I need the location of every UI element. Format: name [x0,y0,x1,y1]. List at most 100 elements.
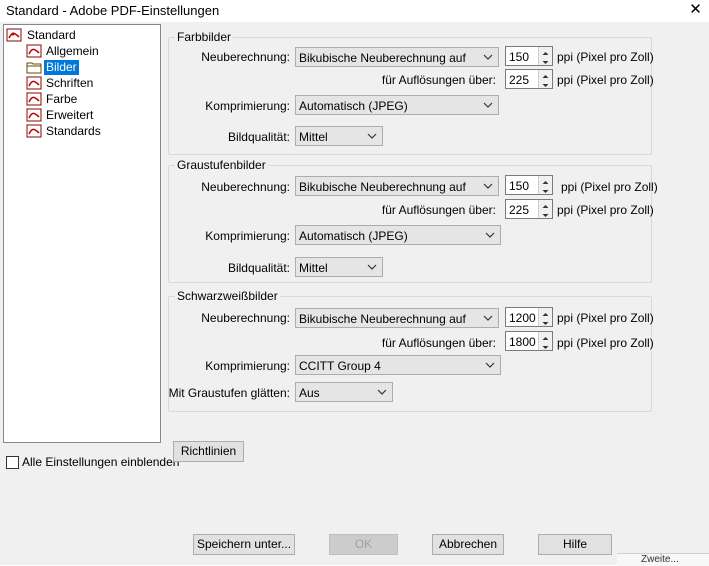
title-bar: Standard - Adobe PDF-Einstellungen ✕ [0,0,709,22]
background-window-fragment: Zweite... [617,553,709,566]
color-ppi-value: 150 [509,50,530,64]
chevron-down-icon [483,315,493,321]
mono-smoothing-value: Aus [299,386,320,400]
tree-item-label: Allgemein [46,44,99,58]
color-above-spinner[interactable]: 225 [505,69,553,89]
spinner-buttons [538,176,552,194]
gray-above-label: für Auflösungen über: [381,203,496,217]
mono-resample-select[interactable]: Bikubische Neuberechnung auf [295,308,499,328]
show-all-checkbox[interactable] [6,456,19,469]
ok-button[interactable]: OK [329,534,398,555]
pdf-settings-icon [6,28,22,42]
spin-down-icon[interactable] [539,185,552,194]
tree-item-label: Erweitert [46,108,94,122]
color-ppi-unit: ppi (Pixel pro Zoll) [557,50,654,64]
chevron-down-icon [483,54,493,60]
mono-above-spinner[interactable]: 1800 [505,331,553,351]
settings-tree: Standard Allgemein Bilder Schriften Farb… [3,24,161,443]
general-page-icon [26,44,42,58]
color-compression-label: Komprimierung: [205,99,290,113]
chevron-down-icon [485,362,495,368]
mono-ppi-unit: ppi (Pixel pro Zoll) [557,311,654,325]
color-above-unit: ppi (Pixel pro Zoll) [557,73,654,87]
grayscale-images-title: Graustufenbilder [175,158,268,172]
spin-down-icon[interactable] [539,79,552,88]
gray-compression-select[interactable]: Automatisch (JPEG) [295,225,501,245]
color-images-title: Farbbilder [175,30,234,44]
spin-down-icon[interactable] [539,209,552,218]
spinner-buttons [538,332,552,350]
monochrome-images-title: Schwarzweißbilder [175,289,280,303]
chevron-down-icon [367,264,377,270]
color-above-label: für Auflösungen über: [381,73,496,87]
gray-resample-value: Bikubische Neuberechnung auf [299,180,466,194]
chevron-down-icon [377,389,387,395]
gray-quality-value: Mittel [299,261,328,275]
chevron-down-icon [483,102,493,108]
mono-compression-select[interactable]: CCITT Group 4 [295,355,501,375]
advanced-page-icon [26,108,42,122]
mono-ppi-value: 1200 [509,311,536,325]
cancel-button[interactable]: Abbrechen [432,534,504,555]
tree-item-label: Schriften [46,76,94,90]
mono-smoothing-select[interactable]: Aus [295,382,393,402]
chevron-down-icon [485,232,495,238]
chevron-down-icon [367,133,377,139]
help-button[interactable]: Hilfe [538,534,612,555]
tree-item-label: Bilder [44,60,79,75]
gray-compression-label: Komprimierung: [205,229,290,243]
gray-above-spinner[interactable]: 225 [505,199,553,219]
mono-ppi-spinner[interactable]: 1200 [505,307,553,327]
color-compression-select[interactable]: Automatisch (JPEG) [295,95,499,115]
color-resample-value: Bikubische Neuberechnung auf [299,51,466,65]
gray-ppi-spinner[interactable]: 150 [505,175,553,195]
spin-down-icon[interactable] [539,317,552,326]
pdf-settings-dialog: Standard - Adobe PDF-Einstellungen ✕ Sta… [0,0,709,566]
save-as-button[interactable]: Speichern unter... [193,534,295,555]
gray-compression-value: Automatisch (JPEG) [299,229,408,243]
gray-quality-label: Bildqualität: [227,261,290,275]
gray-above-value: 225 [509,203,530,217]
tree-item-label: Farbe [46,92,78,106]
chevron-down-icon [483,183,493,189]
color-resample-select[interactable]: Bikubische Neuberechnung auf [295,47,499,67]
mono-above-value: 1800 [509,335,536,349]
color-page-icon [26,92,42,106]
spin-down-icon[interactable] [539,341,552,350]
gray-quality-select[interactable]: Mittel [295,257,383,277]
guidelines-button[interactable]: Richtlinien [173,441,244,462]
mono-resample-label: Neuberechnung: [201,311,290,325]
background-fragment-text: Zweite... [641,554,679,565]
gray-ppi-unit: ppi (Pixel pro Zoll) [561,180,658,194]
color-quality-value: Mittel [299,130,328,144]
color-above-value: 225 [509,73,530,87]
tree-root-label: Standard [27,28,76,42]
show-all-label: Alle Einstellungen einblenden [22,455,180,469]
fonts-page-icon [26,76,42,90]
mono-resample-value: Bikubische Neuberechnung auf [299,312,466,326]
gray-ppi-value: 150 [509,179,530,193]
color-quality-select[interactable]: Mittel [295,126,383,146]
mono-smoothing-label: Mit Graustufen glätten: [168,386,290,400]
mono-above-unit: ppi (Pixel pro Zoll) [557,336,654,350]
close-icon[interactable]: ✕ [682,0,709,20]
folder-icon [26,62,42,74]
mono-compression-label: Komprimierung: [205,359,290,373]
spinner-buttons [538,308,552,326]
spinner-buttons [538,200,552,218]
gray-above-unit: ppi (Pixel pro Zoll) [557,203,654,217]
mono-above-label: für Auflösungen über: [381,336,496,350]
spinner-buttons [538,70,552,88]
window-title: Standard - Adobe PDF-Einstellungen [6,3,220,18]
mono-compression-value: CCITT Group 4 [299,359,381,373]
spin-down-icon[interactable] [539,56,552,65]
tree-item-label: Standards [46,124,101,138]
color-resample-label: Neuberechnung: [201,50,290,64]
color-quality-label: Bildqualität: [227,130,290,144]
standards-page-icon [26,124,42,138]
gray-resample-select[interactable]: Bikubische Neuberechnung auf [295,176,499,196]
color-ppi-spinner[interactable]: 150 [505,46,553,66]
spinner-buttons [538,47,552,65]
color-compression-value: Automatisch (JPEG) [299,99,408,113]
gray-resample-label: Neuberechnung: [201,180,290,194]
